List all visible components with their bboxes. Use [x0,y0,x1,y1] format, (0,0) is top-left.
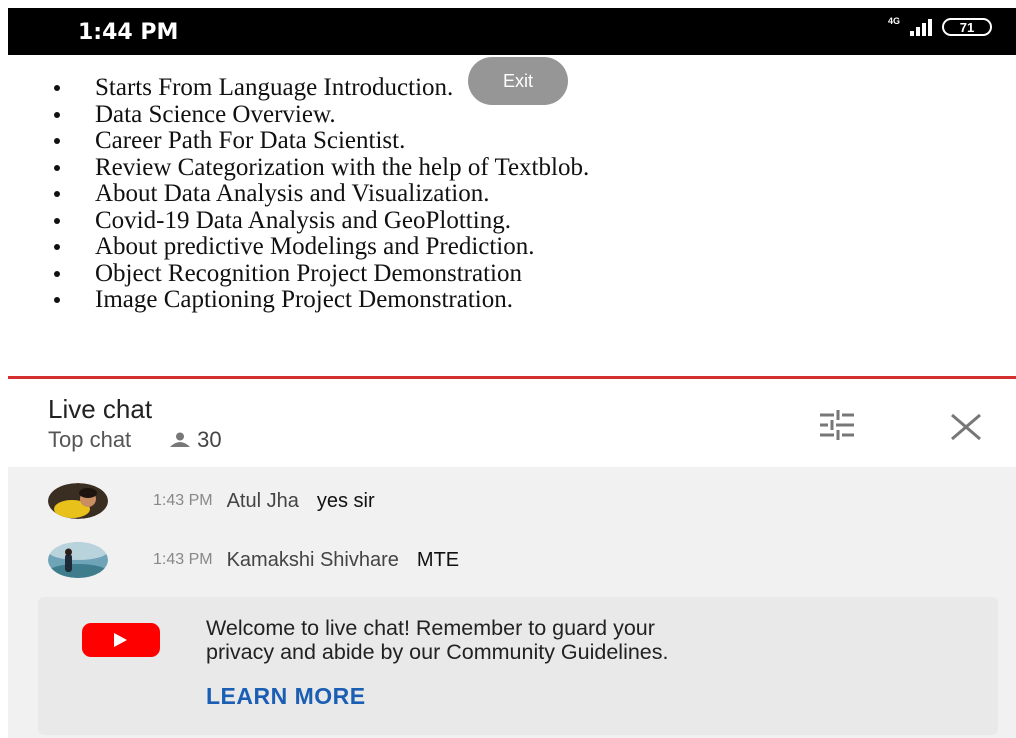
slide-item: Data Science Overview. [48,101,589,129]
battery-icon: 71 [942,18,992,36]
slide-item: About predictive Modelings and Predictio… [48,233,589,261]
status-time: 1:44 PM [78,20,179,45]
message-time: 1:43 PM [153,551,213,568]
filter-button[interactable] [814,407,860,443]
viewer-count: 30 [197,427,222,452]
message-author[interactable]: Atul Jha [227,490,299,513]
live-chat-title: Live chat [48,394,153,424]
network-label: 4G [887,16,900,26]
exit-button[interactable]: Exit [468,57,568,105]
message-time: 1:43 PM [153,492,213,509]
exit-label: Exit [502,70,533,91]
message-text: MTE [416,548,460,571]
status-bar: 1:44 PM 4G 71 [8,8,1016,55]
close-icon [951,413,981,441]
slide-item: Review Categorization with the help of T… [48,154,589,182]
welcome-line: Welcome to live chat! Remember to guard … [206,616,655,640]
chat-message: 1:43 PM Kamakshi Shivhare MTE [48,540,459,580]
chat-mode-label: Top chat [48,427,132,452]
chat-mode-selector[interactable]: Top chat 30 [48,427,222,453]
slide-item: Career Path For Data Scientist. [48,127,589,155]
filter-icon [820,410,854,440]
message-text: yes sir [316,489,375,512]
avatar[interactable] [48,542,108,578]
slide-bullet-list: Starts From Language Introduction. Data … [48,74,589,314]
close-chat-button[interactable] [944,405,988,449]
signal-icon [910,18,932,36]
youtube-logo-icon [82,623,160,657]
message-author[interactable]: Kamakshi Shivhare [227,549,399,572]
slide-item: About Data Analysis and Visualization. [48,180,589,208]
chat-message: 1:43 PM Atul Jha yes sir [48,481,375,521]
slide-item: Image Captioning Project Demonstration. [48,286,589,314]
status-indicators: 4G 71 [887,16,992,36]
welcome-message: Welcome to live chat! Remember to guard … [206,616,966,664]
video-player[interactable]: Starts From Language Introduction. Data … [8,55,1016,377]
learn-more-link[interactable]: LEARN MORE [206,683,366,710]
chat-message-list[interactable]: 1:43 PM Atul Jha yes sir 1:43 PM Kamaksh… [8,467,1016,738]
welcome-line: privacy and abide by our Community Guide… [206,640,669,664]
battery-level: 71 [959,19,975,35]
slide-item: Object Recognition Project Demonstration [48,260,589,288]
avatar[interactable] [48,483,108,519]
live-chat-header: Live chat Top chat 30 [8,379,1016,468]
slide-item: Covid-19 Data Analysis and GeoPlotting. [48,207,589,235]
person-icon [170,432,191,447]
welcome-card: Welcome to live chat! Remember to guard … [38,597,998,735]
